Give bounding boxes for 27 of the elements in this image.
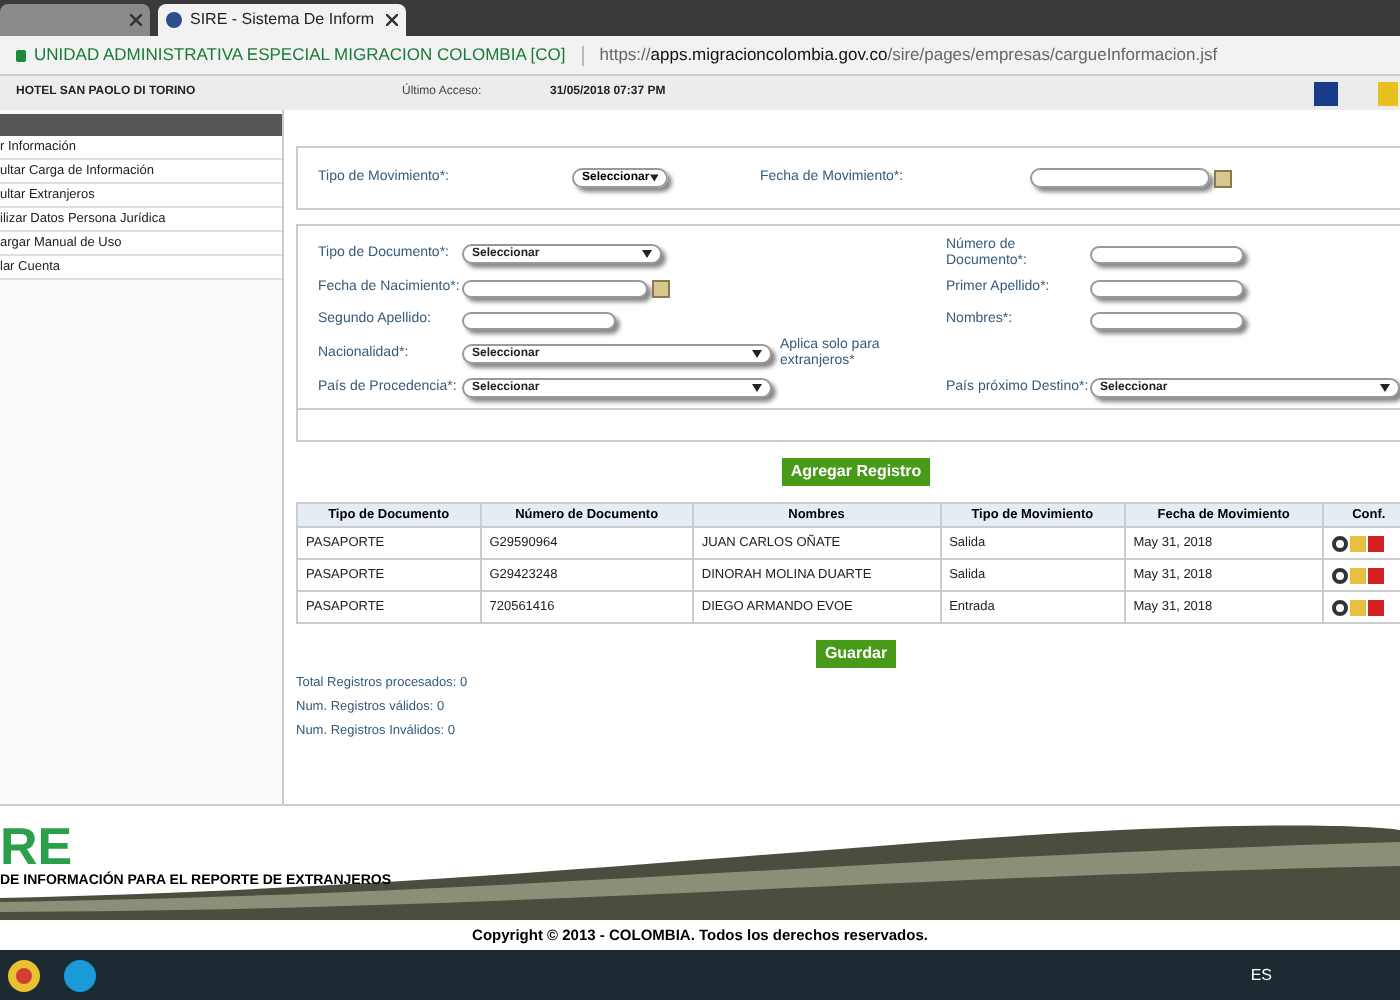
calendar-icon[interactable]	[1214, 169, 1232, 187]
caret-icon	[752, 384, 762, 392]
chat-icon[interactable]	[64, 959, 96, 991]
input-field[interactable]	[1030, 168, 1210, 188]
tab-title: SIRE - Sistema De Inform	[190, 8, 375, 32]
caret-icon	[752, 350, 762, 358]
save-button[interactable]: Guardar	[816, 640, 896, 668]
input-field[interactable]	[1090, 279, 1244, 297]
caret-icon	[1380, 384, 1390, 392]
input-field[interactable]	[1090, 311, 1244, 329]
input-field[interactable]	[462, 279, 648, 297]
browser-tab[interactable]: SIRE - Sistema De Inform	[158, 4, 406, 36]
language-indicator[interactable]: ES	[1250, 963, 1272, 987]
site-name: UNIDAD ADMINISTRATIVA ESPECIAL MIGRACION COLOMBIA [CO]	[34, 42, 566, 68]
caret-icon	[649, 174, 658, 182]
close-icon[interactable]	[386, 14, 398, 26]
browser-icon[interactable]	[8, 959, 40, 991]
site-icon	[166, 12, 182, 28]
add-record-button[interactable]: Agregar Registro	[782, 458, 930, 486]
sire-logo: RE	[0, 820, 73, 872]
caret-icon	[642, 250, 652, 258]
address-bar[interactable]: UNIDAD ADMINISTRATIVA ESPECIAL MIGRACION COLOMBIA [CO] https://apps.migracioncolombia.gov.co/sire/pages/empresas/cargueInformacion.jsf	[0, 36, 1400, 76]
lock-icon	[16, 49, 26, 61]
input-field[interactable]	[1090, 245, 1244, 263]
calendar-icon[interactable]	[652, 279, 670, 297]
input-field[interactable]	[462, 311, 616, 329]
url-text: https://apps.migracioncolombia.gov.co/sire/pages/empresas/cargueInformacion.jsf	[599, 42, 1218, 68]
